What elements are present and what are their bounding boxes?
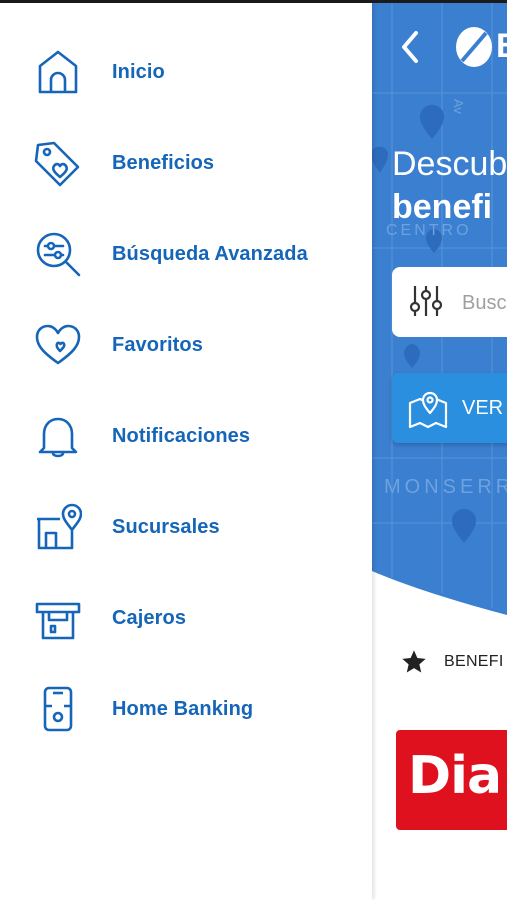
branch-location-icon (34, 503, 82, 551)
brand-letter: B (496, 27, 507, 66)
map-pin-icon (408, 391, 448, 429)
view-map-button[interactable]: VER (392, 373, 507, 443)
hero-title: Descub (392, 145, 507, 183)
menu-item-home-banking[interactable]: Home Banking (0, 669, 372, 749)
menu-item-notificaciones[interactable]: Notificaciones (0, 396, 372, 476)
back-arrow-icon[interactable] (396, 27, 424, 67)
menu-label-cajeros: Cajeros (112, 606, 187, 629)
home-icon (34, 48, 82, 96)
menu-item-favoritos[interactable]: Favoritos (0, 305, 372, 385)
menu-item-beneficios[interactable]: Beneficios (0, 123, 372, 203)
bell-icon (34, 412, 82, 460)
map-label-monserrat: MONSERR (384, 476, 507, 498)
section-label: BENEFI (444, 653, 504, 670)
bank-logo-icon (456, 27, 492, 67)
tag-heart-icon (34, 139, 82, 187)
menu-label-home-banking: Home Banking (112, 697, 254, 720)
advanced-search-icon (34, 230, 82, 278)
atm-icon (34, 594, 82, 642)
heart-icon (34, 321, 82, 369)
featured-brand-card[interactable]: Dia (396, 730, 507, 830)
menu-item-busqueda-avanzada[interactable]: Búsqueda Avanzada (0, 214, 372, 294)
background-screen: CENTRO MONSERR Av B Descub benefi (372, 3, 507, 900)
menu-label-favoritos: Favoritos (112, 333, 203, 356)
hero-subtitle: benefi (392, 188, 493, 226)
star-icon (402, 650, 426, 673)
map-label-avenue: Av (451, 99, 466, 114)
phone-banking-icon (34, 685, 82, 733)
menu-label-beneficios: Beneficios (112, 151, 215, 174)
menu-item-inicio[interactable]: Inicio (0, 32, 372, 112)
hero-map-banner: CENTRO MONSERR Av B Descub benefi (372, 3, 507, 623)
dia-logo: Dia (408, 746, 502, 806)
navigation-drawer: Inicio Beneficios Búsqueda Avanzada Favo… (0, 3, 372, 900)
search-bar[interactable] (392, 267, 507, 337)
filter-sliders-icon[interactable] (408, 283, 444, 319)
menu-item-sucursales[interactable]: Sucursales (0, 487, 372, 567)
search-input[interactable] (460, 287, 507, 319)
menu-label-busqueda-avanzada: Búsqueda Avanzada (112, 242, 308, 265)
menu-label-sucursales: Sucursales (112, 515, 220, 538)
benefits-section-header: BENEFI (400, 648, 504, 676)
menu-label-inicio: Inicio (112, 60, 165, 83)
view-map-label: VER (462, 397, 504, 419)
menu-item-cajeros[interactable]: Cajeros (0, 578, 372, 658)
menu-label-notificaciones: Notificaciones (112, 424, 251, 447)
